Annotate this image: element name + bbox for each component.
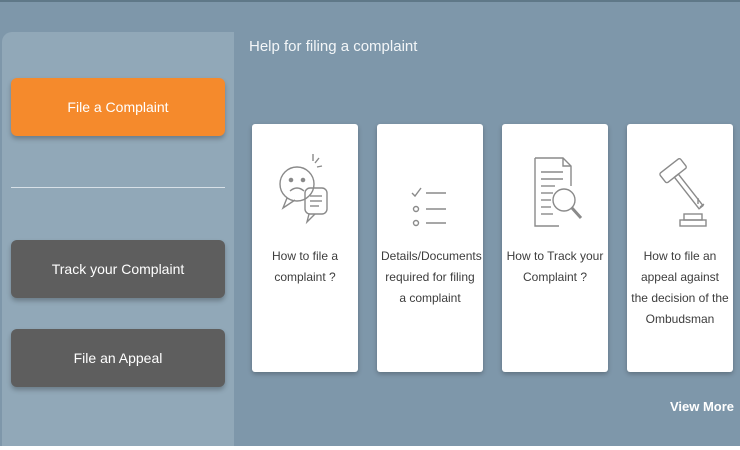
document-search-icon [534,157,583,227]
bottom-strip [0,446,740,450]
card-label: Details/Documents required for filing a … [381,249,482,305]
help-card-documents-required[interactable]: Details/Documents required for filing a … [377,124,483,372]
sidebar-divider [11,187,225,188]
track-complaint-button[interactable]: Track your Complaint [11,240,225,298]
speech-bubbles-icon [279,154,328,225]
help-card-track-complaint[interactable]: How to Track your Complaint ? [502,124,608,372]
card-label: How to Track your Complaint ? [506,249,604,284]
file-appeal-button[interactable]: File an Appeal [11,329,225,387]
file-complaint-button[interactable]: File a Complaint [11,78,225,136]
gavel-icon [659,158,707,227]
card-label: How to file a complaint ? [271,249,339,284]
help-card-file-complaint[interactable]: How to file a complaint ? [252,124,358,372]
sidebar: File a Complaint Track your Complaint Fi… [2,32,234,446]
help-card-file-appeal[interactable]: How to file an appeal against the decisi… [627,124,733,372]
view-more-link[interactable]: View More [670,399,734,414]
card-label: How to file an appeal against the decisi… [631,249,729,326]
checklist-icon [411,187,446,227]
page-title: Help for filing a complaint [249,38,418,55]
